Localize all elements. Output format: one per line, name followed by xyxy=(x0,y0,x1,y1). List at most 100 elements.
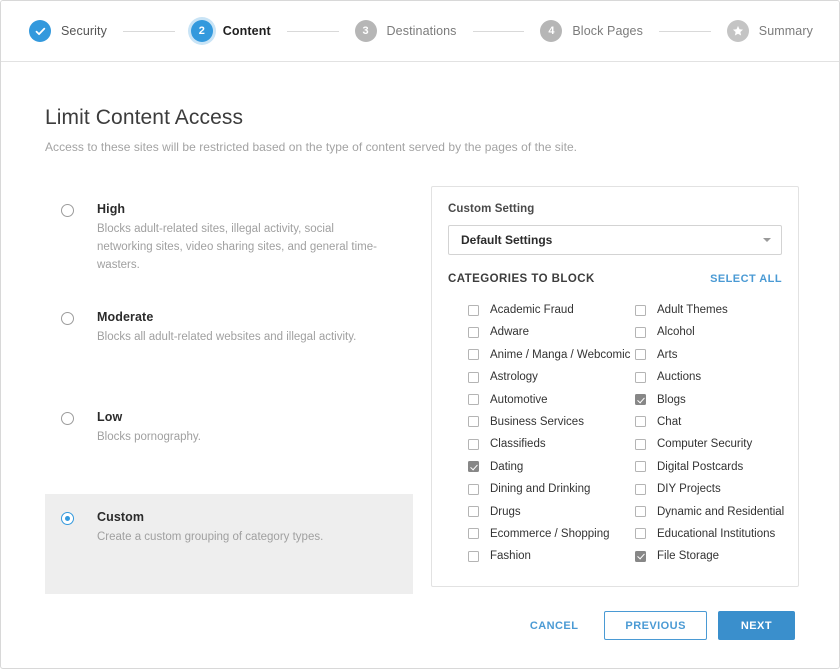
wizard-step-block-pages[interactable]: 4 Block Pages xyxy=(540,20,643,42)
radio-moderate[interactable] xyxy=(61,312,74,326)
level-text: Custom Create a custom grouping of catego… xyxy=(97,510,323,574)
level-option-moderate[interactable]: Moderate Blocks all adult-related website… xyxy=(45,294,413,394)
category-checkbox[interactable] xyxy=(635,349,646,361)
wizard-page: Security 2 Content 3 Destinations 4 Block Page… xyxy=(0,0,840,669)
category-item[interactable]: Arts xyxy=(635,344,782,366)
category-label: Automotive xyxy=(490,393,548,406)
level-text: Low Blocks pornography. xyxy=(97,410,201,474)
category-checkbox[interactable] xyxy=(468,371,479,383)
wizard-step-security[interactable]: Security xyxy=(29,20,107,42)
category-item[interactable]: Adult Themes xyxy=(635,299,782,321)
step-connector xyxy=(286,30,339,32)
category-checkbox[interactable] xyxy=(468,349,479,361)
category-checkbox[interactable] xyxy=(468,550,479,562)
wizard-step-destinations[interactable]: 3 Destinations xyxy=(354,20,457,42)
category-item[interactable]: Classifieds xyxy=(468,433,615,455)
category-item[interactable]: Ecommerce / Shopping xyxy=(468,523,615,545)
category-label: Blogs xyxy=(657,393,686,406)
category-checkbox[interactable] xyxy=(468,304,479,316)
category-label: Computer Security xyxy=(657,438,753,451)
select-all-link[interactable]: SELECT ALL xyxy=(710,273,782,285)
level-option-high[interactable]: High Blocks adult-related sites, illegal … xyxy=(45,186,413,294)
category-item[interactable]: Computer Security xyxy=(635,433,782,455)
category-checkbox[interactable] xyxy=(635,438,646,450)
category-checkbox[interactable] xyxy=(635,326,646,338)
category-item[interactable]: Fashion xyxy=(468,545,615,567)
wizard-step-bar: Security 2 Content 3 Destinations 4 Block Page… xyxy=(1,1,839,62)
categories-header: CATEGORIES TO BLOCK SELECT ALL xyxy=(448,273,782,285)
radio-low[interactable] xyxy=(61,412,74,426)
wizard-footer: CANCEL PREVIOUS NEXT xyxy=(514,611,795,640)
category-column-1: Academic Fraud Adware Anime / Manga / Webc… xyxy=(448,299,630,568)
wizard-step-label-block-pages: Block Pages xyxy=(572,24,643,38)
previous-button[interactable]: PREVIOUS xyxy=(604,611,707,640)
category-label: Ecommerce / Shopping xyxy=(490,527,610,540)
category-item[interactable]: Dining and Drinking xyxy=(468,478,615,500)
wizard-step-content[interactable]: 2 Content xyxy=(190,20,271,42)
level-option-low[interactable]: Low Blocks pornography. xyxy=(45,394,413,494)
category-checkbox[interactable] xyxy=(635,483,646,495)
category-checkbox[interactable] xyxy=(635,394,646,406)
category-item[interactable]: DIY Projects xyxy=(635,478,782,500)
category-label: Anime / Manga / Webcomic xyxy=(490,348,631,361)
level-name: Custom xyxy=(97,510,145,525)
step-connector xyxy=(658,30,711,32)
category-label: Auctions xyxy=(657,371,702,384)
cancel-button[interactable]: CANCEL xyxy=(514,612,595,640)
custom-setting-label: Custom Setting xyxy=(448,203,535,215)
category-item[interactable]: Business Services xyxy=(468,411,615,433)
category-item[interactable]: Educational Institutions xyxy=(635,523,782,545)
category-item[interactable]: File Storage xyxy=(635,545,782,567)
category-checkbox[interactable] xyxy=(635,416,646,428)
category-label: Academic Fraud xyxy=(490,304,574,316)
step-number-badge: 2 xyxy=(190,20,213,42)
category-checkbox[interactable] xyxy=(468,528,479,540)
category-item[interactable]: Dating xyxy=(468,456,615,478)
radio-high[interactable] xyxy=(61,204,74,217)
wizard-step-summary[interactable]: Summary xyxy=(726,20,813,42)
category-column-2: Adult Themes Alcohol Arts Auctions Blogs Chat… xyxy=(615,299,784,568)
radio-custom[interactable] xyxy=(61,512,74,526)
category-checkbox[interactable] xyxy=(635,304,646,316)
category-checkbox[interactable] xyxy=(468,483,479,495)
category-checkbox[interactable] xyxy=(468,506,479,518)
wizard-step-label-security: Security xyxy=(61,24,107,38)
category-item[interactable]: Blogs xyxy=(635,389,782,411)
star-icon xyxy=(726,20,749,42)
category-item[interactable]: Academic Fraud xyxy=(468,299,615,321)
category-item[interactable]: Anime / Manga / Webcomic xyxy=(468,344,630,366)
level-option-custom[interactable]: Custom Create a custom grouping of catego… xyxy=(45,494,413,595)
category-checkbox[interactable] xyxy=(468,416,479,428)
category-label: Chat xyxy=(657,415,682,428)
category-checkbox[interactable] xyxy=(635,528,646,540)
category-item[interactable]: Adware xyxy=(468,321,615,343)
category-item[interactable]: Astrology xyxy=(468,366,615,388)
category-label: Dating xyxy=(490,460,524,473)
category-item[interactable]: Drugs xyxy=(468,501,615,523)
category-checkbox[interactable] xyxy=(468,438,479,450)
category-item[interactable]: Automotive xyxy=(468,389,615,411)
next-button[interactable]: NEXT xyxy=(717,611,795,640)
category-checkbox[interactable] xyxy=(468,326,479,338)
category-checkbox[interactable] xyxy=(635,371,646,383)
category-checkbox[interactable] xyxy=(468,394,479,406)
category-label: Alcohol xyxy=(657,326,695,339)
custom-settings-card: Custom Setting Default Settings CATEGORI… xyxy=(431,186,799,587)
category-checkbox[interactable] xyxy=(635,550,646,562)
category-label: Fashion xyxy=(490,550,531,563)
custom-setting-select[interactable]: Default Settings xyxy=(448,225,782,255)
category-item[interactable]: Dynamic and Residential xyxy=(635,501,784,523)
category-checkbox-grid: Academic Fraud Adware Anime / Manga / Webc… xyxy=(448,299,784,568)
category-checkbox[interactable] xyxy=(635,506,646,518)
level-name: Moderate xyxy=(97,310,154,325)
category-item[interactable]: Auctions xyxy=(635,366,782,388)
category-item[interactable]: Digital Postcards xyxy=(635,456,782,478)
category-label: Drugs xyxy=(490,505,521,518)
category-checkbox[interactable] xyxy=(468,461,479,473)
category-label: Adult Themes xyxy=(657,304,728,316)
page-subtitle: Access to these sites will be restricted… xyxy=(45,140,578,154)
category-label: DIY Projects xyxy=(657,483,721,496)
category-checkbox[interactable] xyxy=(635,461,646,473)
category-item[interactable]: Chat xyxy=(635,411,782,433)
category-item[interactable]: Alcohol xyxy=(635,321,782,343)
